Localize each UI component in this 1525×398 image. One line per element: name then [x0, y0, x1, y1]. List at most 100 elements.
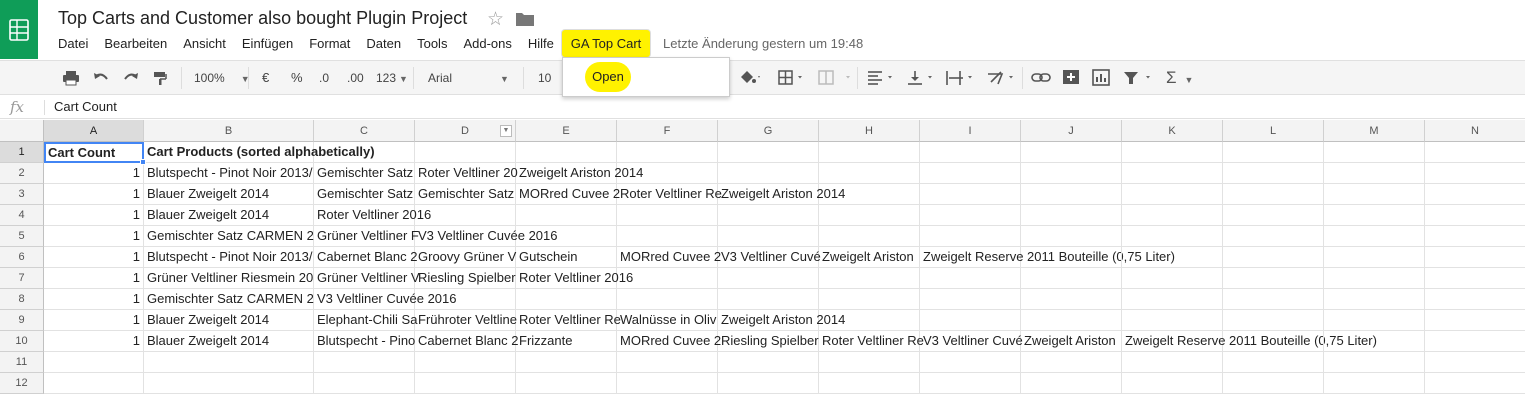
cell-n5[interactable]: [1425, 226, 1525, 247]
cell-k12[interactable]: [1122, 373, 1223, 394]
cell-k11[interactable]: [1122, 352, 1223, 373]
cell-m9[interactable]: [1324, 310, 1425, 331]
cell-d8[interactable]: [415, 289, 516, 310]
cell-k8[interactable]: [1122, 289, 1223, 310]
cell-j4[interactable]: [1021, 205, 1122, 226]
cell-d10[interactable]: Cabernet Blanc 2: [415, 331, 518, 352]
cell-i1[interactable]: [920, 142, 1021, 163]
cell-h12[interactable]: [819, 373, 920, 394]
column-header-f[interactable]: F: [617, 120, 718, 142]
cell-g10[interactable]: Riesling Spielber: [718, 331, 819, 352]
cell-g2[interactable]: [718, 163, 819, 184]
cell-k10[interactable]: Zweigelt Reserve 2011 Bouteille (0,75 Li…: [1122, 331, 1377, 352]
cell-l6[interactable]: [1223, 247, 1324, 268]
cell-c5[interactable]: Grüner Veltliner F: [314, 226, 419, 247]
menu-datei[interactable]: Datei: [58, 34, 88, 54]
text-rotation-icon[interactable]: [985, 68, 1017, 88]
cell-l3[interactable]: [1223, 184, 1324, 205]
cell-d1[interactable]: [415, 142, 516, 163]
cell-l10[interactable]: [1223, 331, 1324, 352]
cell-j1[interactable]: [1021, 142, 1122, 163]
column-header-i[interactable]: I: [920, 120, 1021, 142]
cell-l8[interactable]: [1223, 289, 1324, 310]
undo-icon[interactable]: [92, 68, 110, 88]
cell-g5[interactable]: [718, 226, 819, 247]
more-formats-select[interactable]: 123 ▼: [376, 68, 408, 88]
fill-color-icon[interactable]: [738, 68, 762, 88]
cell-b8[interactable]: Gemischter Satz CARMEN 2: [144, 289, 314, 310]
cell-c6[interactable]: Cabernet Blanc 2: [314, 247, 417, 268]
cell-e3[interactable]: MORred Cuvee 2: [516, 184, 620, 205]
cell-e2[interactable]: Zweigelt Ariston 2014: [516, 163, 643, 184]
cell-d2[interactable]: Roter Veltliner 20: [415, 163, 518, 184]
cell-m3[interactable]: [1324, 184, 1425, 205]
cell-a4[interactable]: 1: [44, 205, 144, 226]
cell-f2[interactable]: [617, 163, 718, 184]
functions-icon[interactable]: Σ ▼: [1166, 68, 1193, 88]
cell-i3[interactable]: [920, 184, 1021, 205]
cell-j9[interactable]: [1021, 310, 1122, 331]
cell-f8[interactable]: [617, 289, 718, 310]
cell-m1[interactable]: [1324, 142, 1425, 163]
cell-b10[interactable]: Blauer Zweigelt 2014: [144, 331, 314, 352]
row-header[interactable]: 4: [0, 205, 44, 226]
cell-i9[interactable]: [920, 310, 1021, 331]
increase-decimal-button[interactable]: .00: [347, 68, 364, 88]
column-header-k[interactable]: K: [1122, 120, 1223, 142]
cell-i11[interactable]: [920, 352, 1021, 373]
row-header[interactable]: 8: [0, 289, 44, 310]
zoom-select[interactable]: 100% ▼: [194, 68, 250, 88]
cell-b12[interactable]: [144, 373, 314, 394]
percent-button[interactable]: %: [291, 68, 303, 88]
cell-c2[interactable]: Gemischter Satz: [314, 163, 415, 184]
cell-n1[interactable]: [1425, 142, 1525, 163]
row-header[interactable]: 5: [0, 226, 44, 247]
cell-j8[interactable]: [1021, 289, 1122, 310]
cell-h1[interactable]: [819, 142, 920, 163]
cell-n8[interactable]: [1425, 289, 1525, 310]
fill-handle[interactable]: [140, 159, 146, 165]
cell-j11[interactable]: [1021, 352, 1122, 373]
cell-b5[interactable]: Gemischter Satz CARMEN 2: [144, 226, 314, 247]
cell-a8[interactable]: 1: [44, 289, 144, 310]
row-header[interactable]: 12: [0, 373, 44, 394]
sheets-logo-icon[interactable]: [0, 0, 38, 59]
star-icon[interactable]: ☆: [487, 8, 504, 31]
column-header-j[interactable]: J: [1021, 120, 1122, 142]
cell-n11[interactable]: [1425, 352, 1525, 373]
cell-e11[interactable]: [516, 352, 617, 373]
cell-d3[interactable]: Gemischter Satz: [415, 184, 516, 205]
cell-i6[interactable]: Zweigelt Reserve 2011 Bouteille (0,75 Li…: [920, 247, 1175, 268]
cell-m2[interactable]: [1324, 163, 1425, 184]
cell-a11[interactable]: [44, 352, 144, 373]
cell-f3[interactable]: Roter Veltliner Re: [617, 184, 722, 205]
text-wrap-icon[interactable]: [944, 68, 976, 88]
cell-l4[interactable]: [1223, 205, 1324, 226]
cell-m5[interactable]: [1324, 226, 1425, 247]
cell-h10[interactable]: Roter Veltliner Re: [819, 331, 924, 352]
menu-format[interactable]: Format: [309, 34, 350, 54]
cell-f6[interactable]: MORred Cuvee 2: [617, 247, 721, 268]
cell-n4[interactable]: [1425, 205, 1525, 226]
cell-a7[interactable]: 1: [44, 268, 144, 289]
borders-icon[interactable]: [777, 68, 805, 88]
column-header-l[interactable]: L: [1223, 120, 1324, 142]
cell-j5[interactable]: [1021, 226, 1122, 247]
cell-l12[interactable]: [1223, 373, 1324, 394]
menu-ga-top-cart[interactable]: GA Top Cart: [562, 30, 650, 57]
cell-e1[interactable]: [516, 142, 617, 163]
cell-g3[interactable]: Zweigelt Ariston 2014: [718, 184, 845, 205]
align-left-icon[interactable]: [866, 68, 896, 88]
cell-a10[interactable]: 1: [44, 331, 144, 352]
document-title[interactable]: Top Carts and Customer also bought Plugi…: [58, 8, 467, 29]
cell-j10[interactable]: Zweigelt Ariston: [1021, 331, 1122, 352]
cell-g12[interactable]: [718, 373, 819, 394]
cell-a12[interactable]: [44, 373, 144, 394]
cell-i2[interactable]: [920, 163, 1021, 184]
cell-g9[interactable]: Zweigelt Ariston 2014: [718, 310, 845, 331]
cell-i8[interactable]: [920, 289, 1021, 310]
cell-c1[interactable]: [314, 142, 415, 163]
cell-n12[interactable]: [1425, 373, 1525, 394]
row-header[interactable]: 11: [0, 352, 44, 373]
cell-j2[interactable]: [1021, 163, 1122, 184]
